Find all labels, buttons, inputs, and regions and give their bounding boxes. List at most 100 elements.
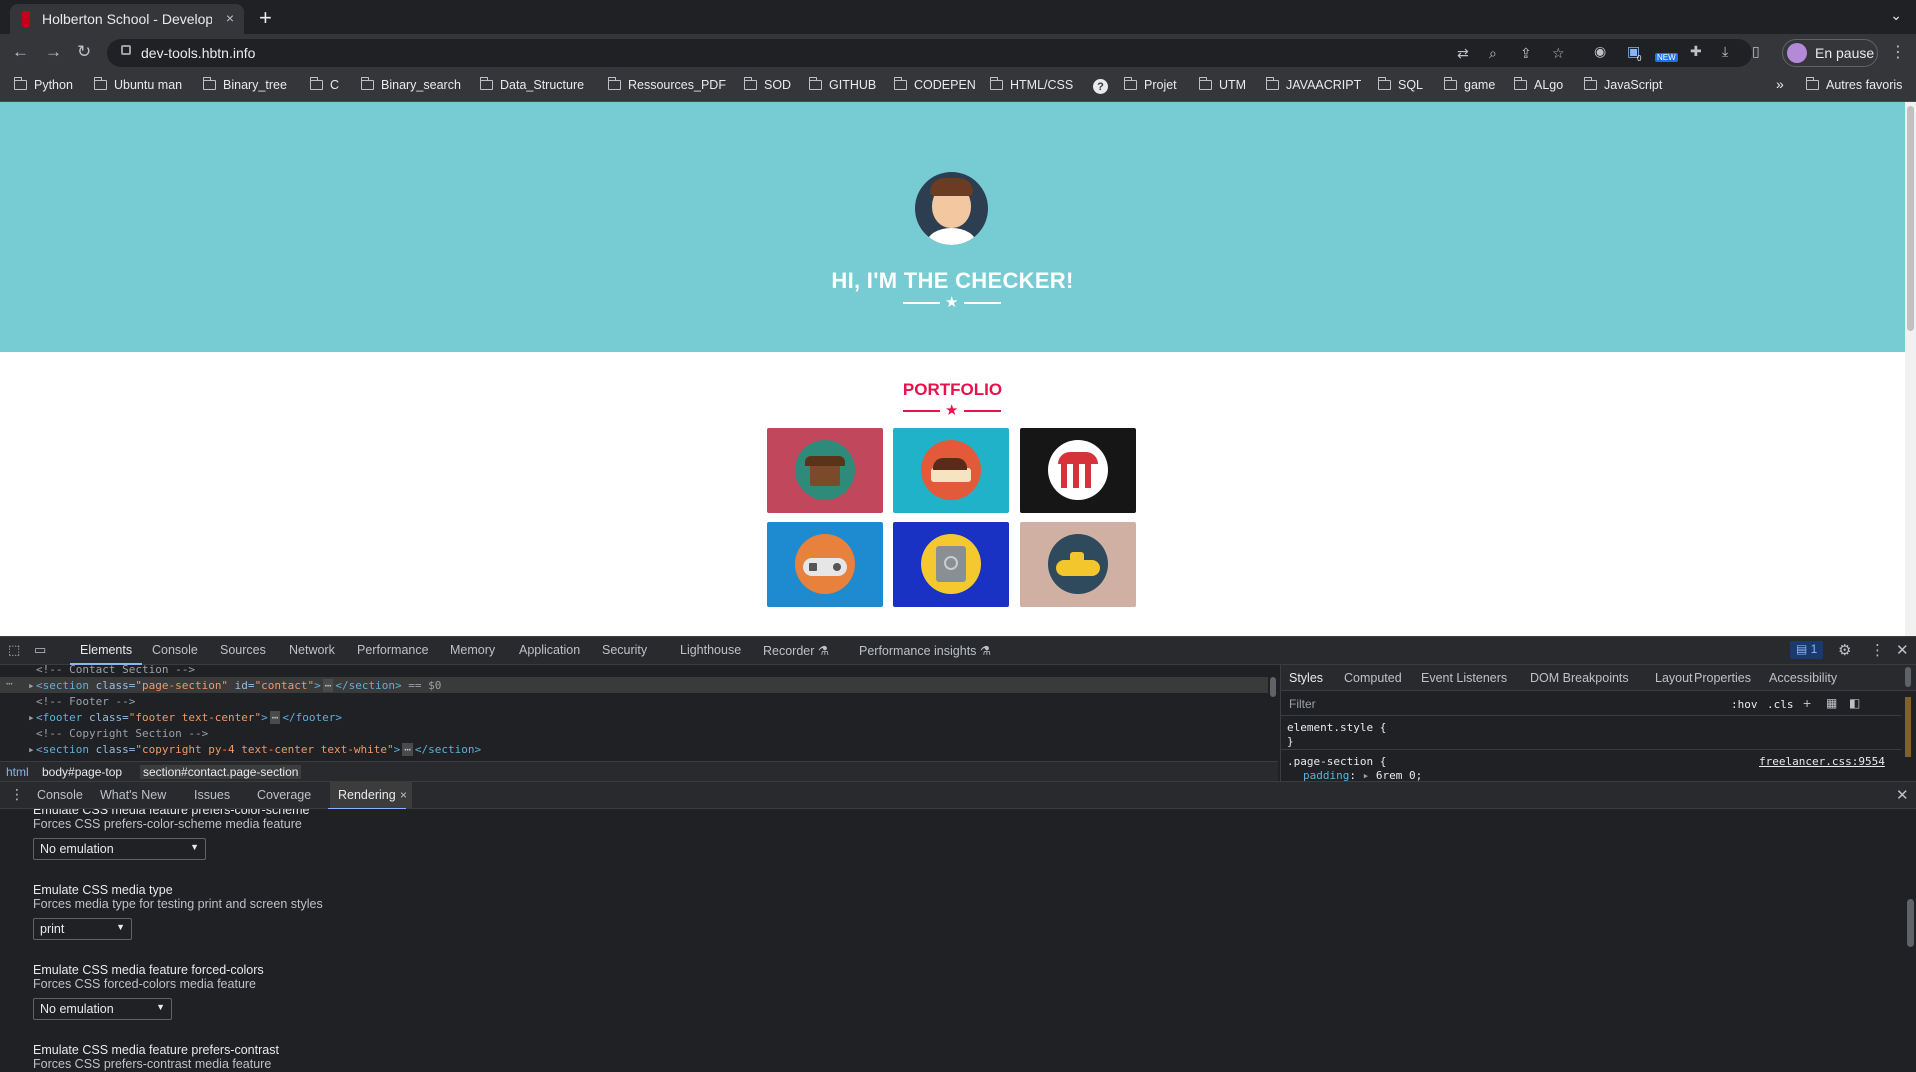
bookmark-ressources-pdf[interactable]: Ressources_PDF (607, 77, 726, 92)
bookmark-python[interactable]: Python (13, 77, 73, 92)
tab-application[interactable]: Application (519, 643, 580, 657)
bookmark-game[interactable]: game (1443, 77, 1495, 92)
translate-icon[interactable]: ⇄ (1457, 45, 1469, 62)
scrollbar-thumb[interactable] (1907, 899, 1914, 947)
drawer-menu-icon[interactable]: ⋮ (10, 786, 24, 803)
tab-recorder[interactable]: Recorder ⚗ (763, 643, 829, 658)
tab-sources[interactable]: Sources (220, 643, 266, 657)
address-bar[interactable]: dev-tools.hbtn.info ⇄ ⌕ ⇪ ☆ (107, 39, 1752, 67)
page-scrollbar[interactable] (1905, 102, 1916, 636)
bookmarks-overflow-icon[interactable]: » (1776, 76, 1784, 92)
share-icon[interactable]: ⇪ (1520, 45, 1532, 62)
devtools-menu-icon[interactable]: ⋮ (1870, 641, 1885, 659)
bookmark-codepen[interactable]: CODEPEN (893, 77, 976, 92)
elements-dom-tree[interactable]: ⋯ <!-- Contact Section --> ▸ <section cla… (0, 663, 1278, 761)
hov-toggle[interactable]: :hov (1731, 698, 1758, 711)
tab-properties[interactable]: Properties (1694, 671, 1751, 685)
elements-scrollbar[interactable] (1268, 673, 1278, 753)
back-arrow-icon[interactable]: ← (12, 42, 29, 62)
bookmark-utm[interactable]: UTM (1198, 77, 1246, 92)
breadcrumb-body[interactable]: body#page-top (42, 765, 122, 779)
tab-elements[interactable]: Elements (69, 643, 143, 665)
close-tab-icon[interactable]: × (226, 10, 234, 26)
portfolio-item-cake[interactable] (893, 428, 1009, 513)
bookmark-c[interactable]: C (309, 77, 339, 92)
tab-search-chevron-icon[interactable]: ⌄ (1890, 7, 1902, 24)
drawer-tab-issues[interactable]: Issues (194, 788, 230, 802)
bookmark-binary-search[interactable]: Binary_search (360, 77, 461, 92)
new-tab-button[interactable]: + (259, 5, 272, 31)
portfolio-item-game-controller[interactable] (767, 522, 883, 607)
breadcrumb-section[interactable]: section#contact.page-section (140, 765, 302, 779)
rule-source-link[interactable]: freelancer.css:9554 (1759, 755, 1885, 768)
puzzle-extensions-icon[interactable]: ✚ (1690, 43, 1702, 60)
bookmark-projet[interactable]: Projet (1123, 77, 1177, 92)
new-style-rule-icon[interactable]: + (1803, 695, 1811, 711)
bookmark-html-css[interactable]: HTML/CSS (989, 77, 1073, 92)
styles-scrollbar[interactable] (1903, 667, 1913, 779)
tab-accessibility[interactable]: Accessibility (1769, 671, 1837, 685)
bookmark-ubuntu-man[interactable]: Ubuntu man (93, 77, 182, 92)
profile-button[interactable]: En pause (1782, 39, 1878, 67)
extension-new-badge[interactable]: NEW (1655, 53, 1678, 62)
bookmark-autres-favoris[interactable]: Autres favoris (1805, 77, 1902, 92)
device-toolbar-icon[interactable]: ▭ (34, 642, 46, 658)
issues-counter-button[interactable]: ▤ 1 (1790, 641, 1824, 659)
dom-node-footer[interactable]: ▸ <footer class="footer text-center"> ⋯ </f… (28, 711, 342, 724)
tab-performance[interactable]: Performance (357, 643, 429, 657)
bookmark-binary-tree[interactable]: Binary_tree (202, 77, 287, 92)
drawer-tab-console[interactable]: Console (37, 788, 83, 802)
bookmark-data-structure[interactable]: Data_Structure (479, 77, 584, 92)
tab-dom-breakpoints[interactable]: DOM Breakpoints (1530, 671, 1629, 685)
bookmark-sql[interactable]: SQL (1377, 77, 1423, 92)
bookmark-sod[interactable]: SOD (743, 77, 791, 92)
tab-memory[interactable]: Memory (450, 643, 495, 657)
forward-arrow-icon[interactable]: → (45, 42, 62, 62)
portfolio-item-safe[interactable] (893, 522, 1009, 607)
settings-gear-icon[interactable]: ⚙ (1838, 641, 1851, 659)
extension-glasses-icon[interactable]: ◉ (1594, 43, 1606, 60)
scrollbar-thumb[interactable] (1907, 106, 1914, 331)
portfolio-item-submarine[interactable] (1020, 522, 1136, 607)
tab-console[interactable]: Console (152, 643, 198, 657)
tab-styles[interactable]: Styles (1289, 671, 1323, 685)
portfolio-item-cabin[interactable] (767, 428, 883, 513)
inspect-element-icon[interactable]: ⬚ (8, 642, 20, 658)
url-text[interactable]: dev-tools.hbtn.info (141, 45, 255, 61)
browser-tab[interactable]: Holberton School - Developer Tools × (10, 4, 244, 34)
drawer-tab-rendering[interactable]: Rendering (328, 788, 406, 810)
tab-performance-insights[interactable]: Performance insights ⚗ (859, 643, 991, 658)
paint-bucket-icon[interactable]: ▦ (1826, 696, 1837, 710)
expand-triangle-icon[interactable]: ▸ (28, 711, 35, 724)
tab-security[interactable]: Security (602, 643, 647, 657)
media-type-select[interactable]: print ▼ (33, 918, 132, 940)
zoom-icon[interactable]: ⌕ (1489, 45, 1497, 62)
close-rendering-tab-icon[interactable]: × (400, 788, 407, 802)
cls-toggle[interactable]: .cls (1767, 698, 1794, 711)
reload-icon[interactable]: ↻ (77, 42, 91, 62)
toggle-sidebar-icon[interactable]: ◧ (1849, 696, 1860, 710)
tab-layout[interactable]: Layout (1655, 671, 1693, 685)
expand-triangle-icon[interactable]: ▸ (28, 679, 35, 692)
prefers-color-scheme-select[interactable]: No emulation ▼ (33, 838, 206, 860)
bookmark-javascript[interactable]: JavaScript (1583, 77, 1662, 92)
forced-colors-select[interactable]: No emulation ▼ (33, 998, 172, 1020)
dom-node-section-copyright[interactable]: ▸ <section class="copyright py-4 text-cen… (28, 743, 481, 756)
bookmark-javaacript[interactable]: JAVAACRIPT (1265, 77, 1361, 92)
browser-menu-icon[interactable]: ⋮ (1890, 42, 1906, 62)
bookmark-github[interactable]: GITHUB (808, 77, 876, 92)
close-devtools-icon[interactable]: ✕ (1896, 641, 1909, 659)
tab-event-listeners[interactable]: Event Listeners (1421, 671, 1507, 685)
expand-triangle-icon[interactable]: ▸ (28, 743, 35, 756)
drawer-tab-whats-new[interactable]: What's New (100, 788, 166, 802)
dom-node-section-contact[interactable]: ▸ <section class="page-section" id="conta… (28, 679, 441, 692)
close-drawer-icon[interactable]: ✕ (1896, 786, 1909, 804)
tab-computed[interactable]: Computed (1344, 671, 1402, 685)
side-panel-icon[interactable]: ▯ (1752, 43, 1760, 60)
portfolio-item-circus-tent[interactable] (1020, 428, 1136, 513)
bookmark-help-icon[interactable]: ? (1093, 79, 1108, 94)
drawer-tab-coverage[interactable]: Coverage (257, 788, 311, 802)
rendering-scrollbar[interactable] (1905, 809, 1916, 1072)
tab-lighthouse[interactable]: Lighthouse (680, 643, 741, 657)
bookmark-algo[interactable]: ALgo (1513, 77, 1563, 92)
